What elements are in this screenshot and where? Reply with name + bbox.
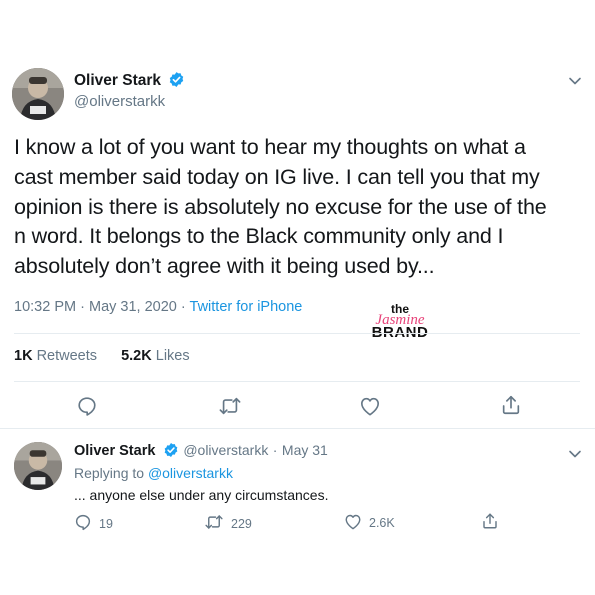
- likes-count: 5.2K: [121, 348, 152, 364]
- share-icon: [481, 512, 499, 533]
- tweet-time[interactable]: 10:32 PM: [14, 299, 76, 315]
- retweets-stat[interactable]: 1K Retweets: [14, 348, 101, 364]
- reply-reply-button[interactable]: 19: [74, 513, 113, 534]
- like-icon: [344, 513, 362, 533]
- meta-separator: ·: [80, 299, 85, 315]
- divider: [14, 381, 580, 382]
- retweet-icon[interactable]: [218, 395, 242, 422]
- reply-share-button[interactable]: [481, 512, 499, 533]
- chevron-down-icon[interactable]: [568, 73, 582, 91]
- reply-like-button[interactable]: 2.6K: [344, 513, 395, 533]
- reply-chevron-down-icon[interactable]: [568, 446, 582, 464]
- author-avatar[interactable]: [12, 68, 64, 120]
- tweet-source-link[interactable]: Twitter for iPhone: [190, 299, 303, 315]
- divider: [14, 333, 580, 334]
- reply-icon[interactable]: [76, 395, 98, 422]
- meta-separator: ·: [272, 442, 278, 458]
- likes-stat[interactable]: 5.2K Likes: [121, 348, 190, 364]
- tweet-text-line: I know a lot of you want to hear my thou…: [14, 135, 526, 159]
- author-name-text[interactable]: Oliver Stark: [74, 72, 161, 89]
- replying-to: Replying to @oliverstarkk: [74, 465, 233, 481]
- meta-separator: ·: [180, 299, 186, 315]
- reply-retweet-button[interactable]: 229: [204, 513, 252, 534]
- retweet-icon: [204, 513, 224, 534]
- author-handle[interactable]: @oliverstarkk: [74, 93, 165, 110]
- tweet-text-line: absolutely don’t agree with it being use…: [14, 254, 435, 279]
- tweet-stats: 1K Retweets 5.2K Likes: [14, 348, 190, 364]
- retweets-count: 1K: [14, 348, 33, 364]
- tweet-text-line: n word. It belongs to the Black communit…: [14, 224, 504, 249]
- reply-header: Oliver Stark @oliverstarkk · May 31: [74, 442, 328, 463]
- watermark-logo: the Jasmine BRAND: [364, 303, 436, 340]
- tweet-text-line: cast member said today on IG live. I can…: [14, 164, 540, 189]
- replying-to-handle[interactable]: @oliverstarkk: [148, 465, 233, 481]
- reply-author-avatar[interactable]: [14, 442, 62, 490]
- verified-badge-icon: [168, 71, 185, 93]
- share-icon[interactable]: [500, 394, 522, 421]
- reply-date[interactable]: May 31: [282, 442, 328, 458]
- tweet-text-line: opinion is there is absolutely no excuse…: [14, 194, 547, 219]
- tweet-meta: 10:32 PM · May 31, 2020 · Twitter for iP…: [14, 299, 302, 315]
- retweets-label: Retweets: [36, 348, 98, 364]
- author-name[interactable]: Oliver Stark: [74, 71, 185, 93]
- reply-count: 19: [99, 516, 113, 531]
- like-count: 2.6K: [369, 516, 395, 530]
- reply-text: ... anyone else under any circumstances.: [74, 487, 329, 503]
- reply-author-name[interactable]: Oliver Stark: [74, 443, 155, 459]
- replying-to-label: Replying to: [74, 465, 145, 481]
- tweet-date[interactable]: May 31, 2020: [89, 299, 177, 315]
- like-icon[interactable]: [359, 396, 381, 421]
- tweet-text: I know a lot of you want to hear my thou…: [14, 133, 584, 282]
- divider: [0, 428, 595, 429]
- reply-author-handle[interactable]: @oliverstarkk: [183, 442, 268, 458]
- reply-icon: [74, 513, 92, 534]
- likes-label: Likes: [155, 348, 190, 364]
- verified-badge-icon: [163, 442, 179, 463]
- retweet-count: 229: [231, 516, 252, 531]
